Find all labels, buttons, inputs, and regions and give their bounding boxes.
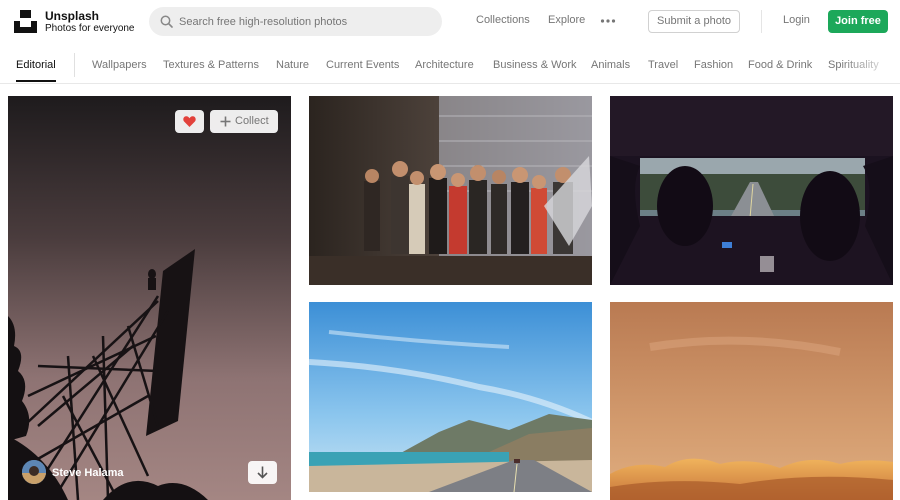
tab-wallpapers[interactable]: Wallpapers (92, 59, 147, 71)
avatar-image (22, 460, 46, 484)
tab-nature[interactable]: Nature (276, 59, 309, 71)
search-input[interactable] (179, 7, 434, 36)
tab-animals[interactable]: Animals (591, 59, 630, 71)
ellipsis-icon[interactable] (600, 17, 616, 25)
tab-editorial[interactable]: Editorial (16, 59, 56, 71)
photo-card-road-trip[interactable] (610, 96, 893, 285)
photo-card-billboard[interactable]: Collect Steve Halama (8, 96, 291, 500)
tab-textures-patterns[interactable]: Textures & Patterns (163, 59, 259, 71)
photo-card-band[interactable] (309, 96, 592, 285)
tab-food-drink[interactable]: Food & Drink (748, 59, 812, 71)
desert-photo (610, 302, 893, 500)
like-button[interactable] (175, 110, 204, 133)
tab-business-work[interactable]: Business & Work (493, 59, 577, 71)
active-tab-indicator (16, 80, 56, 82)
brand-name[interactable]: Unsplash (45, 9, 99, 23)
join-free-button[interactable]: Join free (828, 10, 888, 33)
coast-road-photo (309, 302, 592, 492)
collect-button[interactable]: Collect (210, 110, 278, 133)
search-icon (160, 15, 173, 28)
submit-photo-button[interactable]: Submit a photo (648, 10, 740, 33)
author-name[interactable]: Steve Halama (52, 467, 124, 479)
category-tabs: Editorial Wallpapers Textures & Patterns… (0, 50, 900, 84)
author-avatar[interactable] (22, 460, 46, 484)
collect-label: Collect (235, 115, 269, 127)
unsplash-logo-icon[interactable] (14, 10, 37, 33)
tab-travel[interactable]: Travel (648, 59, 678, 71)
download-arrow-icon (257, 466, 268, 479)
nav-explore-link[interactable]: Explore (548, 14, 585, 26)
tabs-fade-overlay (840, 50, 900, 83)
download-button[interactable] (248, 461, 277, 484)
brand-tagline: Photos for everyone (45, 23, 135, 34)
search-bar[interactable] (149, 7, 442, 36)
tab-separator (74, 53, 75, 77)
tab-current-events[interactable]: Current Events (326, 59, 399, 71)
photo-card-desert[interactable] (610, 302, 893, 500)
tab-architecture[interactable]: Architecture (415, 59, 474, 71)
login-link[interactable]: Login (783, 14, 810, 26)
plus-icon (220, 116, 231, 127)
photo-card-coast-road[interactable] (309, 302, 592, 492)
billboard-photo (8, 96, 291, 500)
nav-collections-link[interactable]: Collections (476, 14, 530, 26)
header-divider (761, 10, 762, 33)
band-photo (309, 96, 592, 285)
top-bar: Unsplash Photos for everyone Collections… (0, 0, 900, 42)
heart-icon (183, 116, 196, 127)
road-trip-photo (610, 96, 893, 285)
tab-fashion[interactable]: Fashion (694, 59, 733, 71)
